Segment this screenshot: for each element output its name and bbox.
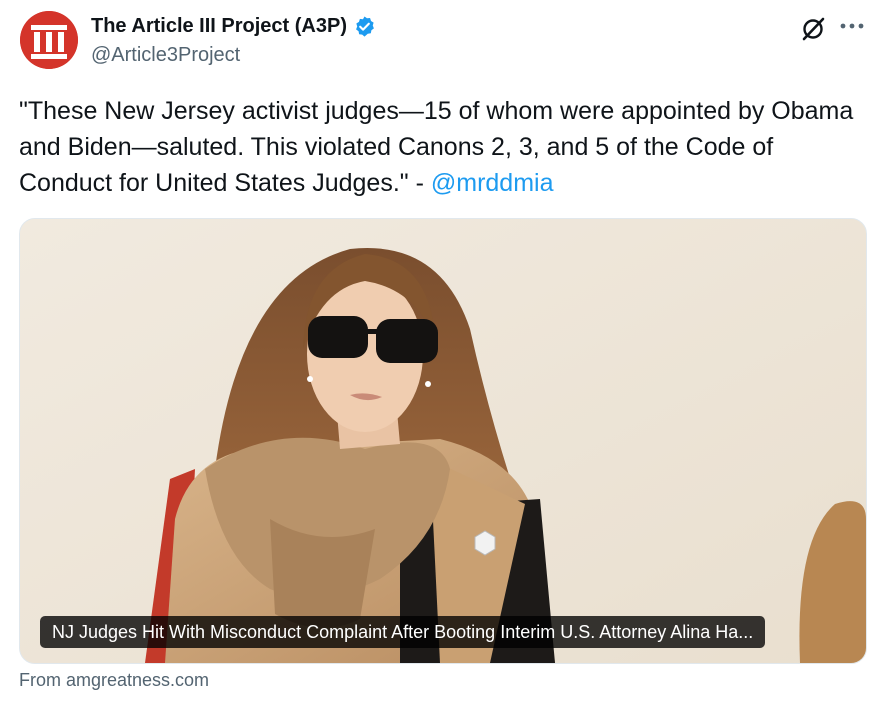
tweet-text: "These New Jersey activist judges—15 of … bbox=[19, 93, 859, 201]
author-info: The Article III Project (A3P) @Article3P… bbox=[91, 12, 376, 67]
link-card-source[interactable]: From amgreatness.com bbox=[19, 670, 209, 691]
author-display-name[interactable]: The Article III Project (A3P) bbox=[91, 15, 347, 38]
link-card-image[interactable]: NJ Judges Hit With Misconduct Complaint … bbox=[19, 218, 867, 664]
link-card-headline[interactable]: NJ Judges Hit With Misconduct Complaint … bbox=[40, 616, 766, 648]
tweet-card[interactable]: The Article III Project (A3P) @Article3P… bbox=[0, 0, 877, 704]
author-handle[interactable]: @Article3Project bbox=[91, 44, 376, 67]
verified-badge-icon bbox=[356, 15, 374, 37]
article-photo bbox=[20, 219, 866, 663]
grok-icon[interactable] bbox=[800, 16, 826, 42]
pillars-logo-icon bbox=[20, 11, 78, 69]
author-avatar[interactable] bbox=[20, 11, 78, 69]
mention-link[interactable]: @mrddmia bbox=[431, 169, 554, 197]
more-options-icon[interactable] bbox=[838, 19, 866, 33]
